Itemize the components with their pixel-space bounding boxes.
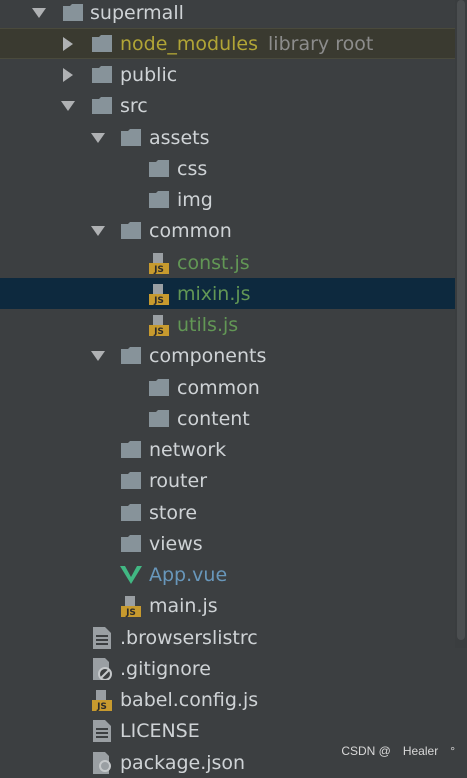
tree-label: views: [149, 532, 203, 555]
tree-row-babel-config-js[interactable]: JS babel.config.js: [0, 684, 467, 715]
svg-text:JS: JS: [153, 296, 164, 305]
folder-icon: [62, 2, 84, 24]
tree-row-components-common[interactable]: common: [0, 372, 467, 403]
tree-row-const-js[interactable]: JS const.js: [0, 247, 467, 278]
folder-icon: [120, 502, 142, 524]
folder-icon: [148, 158, 170, 180]
tree-label: css: [177, 157, 208, 180]
js-file-icon: JS: [120, 595, 142, 617]
folder-icon: [148, 189, 170, 211]
tree-label: LICENSE: [120, 719, 200, 742]
tree-row-gitignore[interactable]: .gitignore: [0, 653, 467, 684]
json-file-icon: [91, 751, 113, 774]
collapsed-arrow-icon[interactable]: [60, 67, 76, 83]
expanded-arrow-icon[interactable]: [90, 223, 106, 239]
tree-label: store: [149, 501, 198, 524]
folder-icon: [91, 95, 113, 117]
tree-row-assets[interactable]: assets: [0, 122, 467, 153]
watermark: CSDN @ Healer °: [341, 744, 455, 758]
tree-label: common: [149, 219, 232, 242]
tree-row-common[interactable]: common: [0, 215, 467, 246]
js-file-icon: JS: [148, 314, 170, 336]
tree-row-node-modules[interactable]: node_modules library root: [0, 28, 467, 59]
svg-text:JS: JS: [125, 608, 136, 617]
tree-row-main-js[interactable]: JS main.js: [0, 590, 467, 621]
folder-icon: [91, 64, 113, 86]
expanded-arrow-icon[interactable]: [90, 348, 106, 364]
tree-row-css[interactable]: css: [0, 153, 467, 184]
js-file-icon: JS: [148, 283, 170, 305]
folder-icon: [120, 220, 142, 242]
folder-icon: [120, 127, 142, 149]
tree-label: node_modules library root: [120, 32, 374, 55]
tree-label: .browserslistrc: [120, 626, 258, 649]
tree-row-browserslistrc[interactable]: .browserslistrc: [0, 622, 467, 653]
tree-label: network: [149, 438, 227, 461]
tree-label: src: [120, 94, 148, 117]
tree-label: package.json: [120, 751, 246, 774]
tree-label: img: [177, 188, 213, 211]
text-file-icon: [91, 719, 113, 742]
library-root-suffix: library root: [268, 32, 374, 55]
folder-icon: [120, 470, 142, 492]
folder-icon: [120, 439, 142, 461]
tree-label: main.js: [149, 594, 218, 617]
tree-label: utils.js: [177, 313, 239, 336]
expanded-arrow-icon[interactable]: [60, 98, 76, 114]
tree-label: public: [120, 63, 178, 86]
js-file-icon: JS: [91, 689, 113, 711]
tree-row-network[interactable]: network: [0, 434, 467, 465]
folder-icon: [120, 345, 142, 367]
text-file-icon: [91, 626, 113, 649]
tree-row-utils-js[interactable]: JS utils.js: [0, 309, 467, 340]
tree-row-mixin-js[interactable]: JS mixin.js: [0, 278, 467, 309]
svg-text:JS: JS: [153, 327, 164, 336]
collapsed-arrow-icon[interactable]: [60, 36, 76, 52]
tree-row-store[interactable]: store: [0, 497, 467, 528]
folder-icon: [148, 408, 170, 430]
tree-label: components: [149, 344, 267, 367]
tree-label: assets: [149, 126, 210, 149]
ignore-file-icon: [91, 657, 113, 680]
tree-row-router[interactable]: router: [0, 465, 467, 496]
project-tree: supermall node_modules library root publi…: [0, 0, 467, 774]
tree-row-img[interactable]: img: [0, 184, 467, 215]
tree-row-app-vue[interactable]: App.vue: [0, 559, 467, 590]
tree-row-supermall[interactable]: supermall: [0, 0, 467, 28]
tree-row-src[interactable]: src: [0, 90, 467, 121]
tree-row-components[interactable]: components: [0, 340, 467, 371]
scrollbar-thumb[interactable]: [457, 0, 465, 640]
tree-label: .gitignore: [120, 657, 211, 680]
tree-label: const.js: [177, 251, 250, 274]
tree-row-public[interactable]: public: [0, 59, 467, 90]
tree-label: common: [177, 376, 260, 399]
svg-text:JS: JS: [153, 265, 164, 274]
expanded-arrow-icon[interactable]: [90, 130, 106, 146]
tree-row-views[interactable]: views: [0, 528, 467, 559]
js-file-icon: JS: [148, 252, 170, 274]
folder-icon: [91, 33, 113, 55]
tree-label: content: [177, 407, 250, 430]
tree-label: mixin.js: [177, 282, 251, 305]
folder-icon: [120, 533, 142, 555]
tree-label: supermall: [90, 1, 184, 24]
vertical-scrollbar[interactable]: [455, 0, 467, 648]
tree-label: App.vue: [149, 563, 228, 586]
tree-label: babel.config.js: [120, 688, 259, 711]
vue-file-icon: [120, 564, 142, 586]
folder-icon: [148, 377, 170, 399]
tree-label: router: [149, 469, 208, 492]
svg-text:JS: JS: [96, 702, 107, 711]
tree-row-content[interactable]: content: [0, 403, 467, 434]
expanded-arrow-icon[interactable]: [31, 5, 47, 21]
